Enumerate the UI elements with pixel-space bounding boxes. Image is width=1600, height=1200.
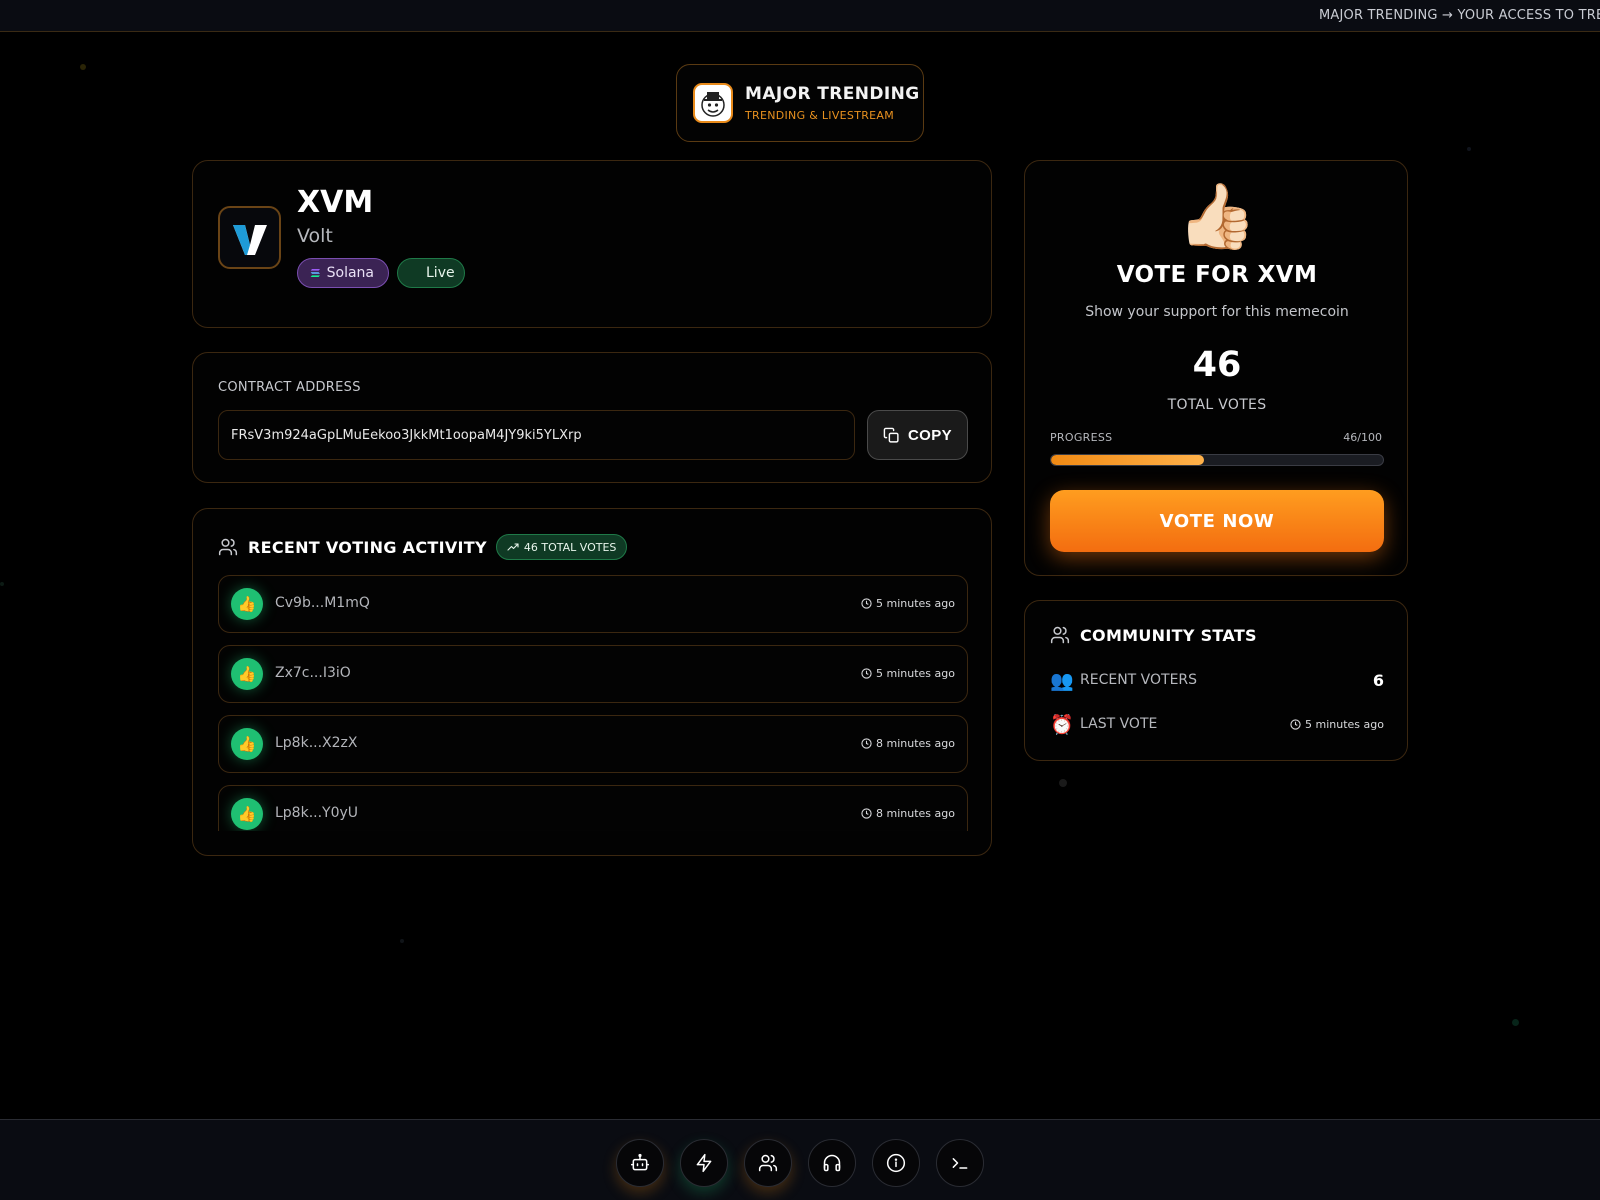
vote-subtitle: Show your support for this memecoin [1085, 304, 1349, 320]
vote-time: 8 minutes ago [861, 737, 955, 750]
terminal-icon [952, 1158, 968, 1169]
trending-up-icon [507, 543, 519, 551]
voter-address: Zx7c...I3iO [275, 665, 351, 681]
chain-label: Solana [326, 265, 374, 281]
background-particle [1512, 1019, 1519, 1026]
background-particle [80, 64, 86, 70]
copy-label: COPY [907, 426, 953, 444]
contract-address-card: CONTRACT ADDRESS COPY [192, 352, 992, 483]
copy-icon [883, 427, 899, 443]
solana-icon [310, 269, 320, 277]
activity-title: RECENT VOTING ACTIVITY [248, 537, 487, 557]
list-item: 👍 Zx7c...I3iO 5 minutes ago [218, 645, 968, 703]
total-votes-badge: 46 TOTAL VOTES [495, 534, 628, 560]
thumbs-up-icon: 👍 [231, 658, 263, 690]
progress-fill [1051, 455, 1204, 465]
brand-header[interactable]: MAJOR TRENDING TRENDING & LIVESTREAM [676, 64, 924, 142]
vote-now-button[interactable]: VOTE NOW [1050, 490, 1384, 552]
thumbs-up-icon: 👍 [231, 588, 263, 620]
last-vote-value: 5 minutes ago [1290, 718, 1384, 731]
clock-icon [861, 738, 872, 749]
robot-button[interactable] [616, 1139, 664, 1187]
stats-title: COMMUNITY STATS [1080, 625, 1257, 645]
community-stats-card: COMMUNITY STATS 👥 RECENT VOTERS 6 ⏰ LAST… [1024, 600, 1408, 761]
terminal-button[interactable] [936, 1139, 984, 1187]
total-votes-text: 46 TOTAL VOTES [523, 540, 617, 554]
lightning-button[interactable] [680, 1139, 728, 1187]
users-icon [218, 538, 238, 556]
people-icon: 👥 [1050, 669, 1074, 692]
status-label: Live [426, 265, 455, 281]
thumbs-up-icon: 👍 [231, 728, 263, 760]
vote-time: 8 minutes ago [861, 807, 955, 820]
headphones-button[interactable] [808, 1139, 856, 1187]
thumbs-up-icon: 👍 [231, 798, 263, 830]
activity-list[interactable]: 👍 Cv9b...M1mQ 5 minutes ago 👍 Zx7c...I3i… [218, 575, 968, 831]
token-card: XVM Volt Solana Live [192, 160, 992, 328]
copy-button[interactable]: COPY [867, 410, 968, 460]
clock-icon [861, 668, 872, 679]
users-icon [758, 1154, 778, 1172]
vote-time-text: 5 minutes ago [876, 667, 955, 680]
hat-mascot-icon [693, 83, 733, 123]
alarm-clock-icon: ⏰ [1050, 713, 1074, 736]
contract-address-label: CONTRACT ADDRESS [218, 380, 361, 395]
recent-voting-activity-card: RECENT VOTING ACTIVITY 46 TOTAL VOTES 👍 … [192, 508, 992, 856]
last-vote-label: LAST VOTE [1080, 716, 1158, 732]
voter-address: Lp8k...Y0yU [275, 805, 359, 821]
progress-bar [1050, 454, 1384, 466]
progress-value: 46/100 [1343, 431, 1382, 444]
thumbs-up-icon: 👍🏻 [1177, 180, 1257, 254]
brand-title: MAJOR TRENDING [745, 84, 920, 104]
activity-header: RECENT VOTING ACTIVITY 46 TOTAL VOTES [218, 533, 628, 561]
clock-icon [861, 598, 872, 609]
voter-address: Lp8k...X2zX [275, 735, 358, 751]
headphones-icon [823, 1154, 841, 1172]
chain-badge: Solana [297, 258, 389, 288]
info-icon [886, 1153, 906, 1173]
list-item: 👍 Lp8k...Y0yU 8 minutes ago [218, 785, 968, 831]
recent-voters-value: 6 [1372, 670, 1384, 690]
vote-time-text: 8 minutes ago [876, 737, 955, 750]
background-particle [1467, 147, 1471, 151]
total-votes-count: 46 [1192, 345, 1242, 385]
top-ticker: MAJOR TRENDING → YOUR ACCESS TO TRE [0, 0, 1600, 32]
contract-address-field[interactable] [218, 410, 855, 460]
bottom-nav-bar [0, 1119, 1600, 1200]
info-button[interactable] [872, 1139, 920, 1187]
ticker-text: MAJOR TRENDING → YOUR ACCESS TO TRE [1319, 8, 1600, 23]
vote-time: 5 minutes ago [861, 667, 955, 680]
total-votes-label: TOTAL VOTES [1167, 397, 1267, 413]
token-name: Volt [297, 225, 333, 247]
voter-address: Cv9b...M1mQ [275, 595, 370, 611]
progress-label: PROGRESS [1050, 431, 1113, 444]
lightning-icon [696, 1153, 712, 1173]
brand-subtitle: TRENDING & LIVESTREAM [745, 109, 895, 122]
community-button[interactable] [744, 1139, 792, 1187]
vote-time-text: 5 minutes ago [876, 597, 955, 610]
clock-icon [1290, 718, 1301, 730]
background-particle [0, 582, 4, 586]
background-particle [1059, 779, 1067, 787]
list-item: 👍 Lp8k...X2zX 8 minutes ago [218, 715, 968, 773]
token-symbol: XVM [297, 185, 374, 220]
live-status-badge: Live [397, 258, 465, 288]
recent-voters-row: 👥 RECENT VOTERS 6 [1050, 668, 1384, 692]
clock-icon [861, 808, 872, 819]
background-particle [400, 939, 404, 943]
stats-header: COMMUNITY STATS [1050, 625, 1257, 645]
volt-v-logo-icon [218, 206, 281, 269]
vote-time: 5 minutes ago [861, 597, 955, 610]
last-vote-time-text: 5 minutes ago [1305, 717, 1384, 731]
recent-voters-label: RECENT VOTERS [1080, 672, 1198, 688]
vote-card: 👍🏻 VOTE FOR XVM Show your support for th… [1024, 160, 1408, 576]
last-vote-row: ⏰ LAST VOTE 5 minutes ago [1050, 712, 1384, 736]
users-icon [1050, 626, 1070, 644]
vote-title: VOTE FOR XVM [1116, 262, 1318, 288]
list-item: 👍 Cv9b...M1mQ 5 minutes ago [218, 575, 968, 633]
robot-icon [630, 1153, 650, 1171]
vote-time-text: 8 minutes ago [876, 807, 955, 820]
